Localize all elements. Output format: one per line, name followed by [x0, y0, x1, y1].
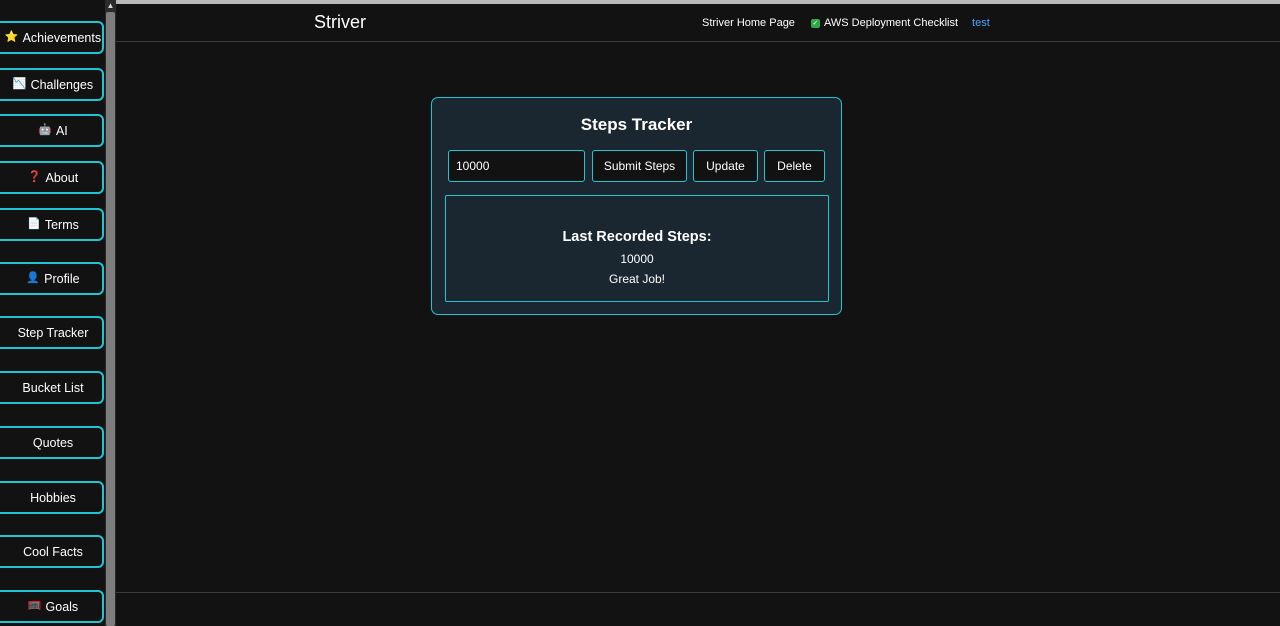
sidebar-item-label: About	[45, 170, 79, 185]
checkbox-icon: ✓	[810, 18, 820, 28]
delete-button[interactable]: Delete	[764, 150, 825, 182]
submit-steps-button[interactable]: Submit Steps	[592, 150, 687, 182]
sidebar-item-label: Quotes	[32, 435, 74, 450]
user-icon: 👤	[26, 272, 41, 284]
sidebar-item-challenges[interactable]: 📉 Challenges	[0, 68, 104, 101]
update-button[interactable]: Update	[693, 150, 758, 182]
sidebar-item-about[interactable]: ❓ About	[0, 161, 104, 194]
sidebar-item-label: Terms	[44, 217, 79, 232]
sidebar-item-label: Hobbies	[30, 490, 76, 505]
card-title: Steps Tracker	[580, 115, 693, 134]
header: Striver Striver Home Page ✓ AWS Deployme…	[116, 4, 1280, 42]
sidebar: ⭐ Achievements 📉 Challenges 🤖 AI ❓ About…	[0, 0, 106, 626]
steps-tracker-card: Steps Tracker Submit Steps Update Delete…	[431, 97, 842, 315]
header-nav: Striver Home Page ✓ AWS Deployment Check…	[702, 17, 990, 29]
sidebar-item-label: Achievements	[22, 30, 102, 45]
steps-input[interactable]	[448, 150, 585, 182]
nav-link-test[interactable]: test	[972, 17, 990, 29]
encouragement-message: Great Job!	[608, 272, 666, 286]
sidebar-item-ai[interactable]: 🤖 AI	[0, 114, 104, 147]
sidebar-item-label: Profile	[44, 271, 80, 286]
scroll-up-arrow-icon[interactable]: ▲	[105, 0, 116, 11]
sidebar-item-label: Cool Facts	[23, 544, 83, 559]
sidebar-scrollbar[interactable]: ▲	[105, 0, 116, 626]
star-icon: ⭐	[4, 31, 19, 43]
sidebar-item-goals[interactable]: 🥅 Goals	[0, 590, 104, 623]
sidebar-item-bucket-list[interactable]: Bucket List	[0, 371, 104, 404]
sidebar-item-quotes[interactable]: Quotes	[0, 426, 104, 459]
question-icon: ❓	[27, 171, 42, 183]
sidebar-item-label: Bucket List	[22, 380, 84, 395]
sidebar-item-step-tracker[interactable]: Step Tracker	[0, 316, 104, 349]
brand-title[interactable]: Striver	[314, 12, 366, 33]
last-recorded-heading: Last Recorded Steps:	[562, 229, 712, 245]
nav-link-aws-checklist[interactable]: AWS Deployment Checklist	[824, 17, 958, 29]
main-content: Striver Striver Home Page ✓ AWS Deployme…	[116, 0, 1280, 626]
last-recorded-value: 10000	[620, 252, 654, 266]
sidebar-item-achievements[interactable]: ⭐ Achievements	[0, 21, 104, 54]
sidebar-item-label: Challenges	[30, 77, 94, 92]
sidebar-item-label: Goals	[45, 599, 79, 614]
last-recorded-box: Last Recorded Steps: 10000 Great Job!	[445, 195, 829, 302]
scroll-thumb[interactable]	[106, 12, 115, 626]
document-icon: 📄	[27, 218, 41, 230]
footer-divider	[116, 592, 1280, 593]
sidebar-item-label: AI	[55, 123, 68, 138]
sidebar-item-cool-facts[interactable]: Cool Facts	[0, 535, 104, 568]
nav-link-home[interactable]: Striver Home Page	[702, 17, 795, 29]
sidebar-item-terms[interactable]: 📄 Terms	[0, 208, 104, 241]
sidebar-item-profile[interactable]: 👤 Profile	[0, 262, 104, 295]
robot-icon: 🤖	[38, 124, 52, 136]
chart-icon: 📉	[12, 78, 27, 90]
sidebar-item-label: Step Tracker	[17, 325, 89, 340]
sidebar-item-hobbies[interactable]: Hobbies	[0, 481, 104, 514]
goal-net-icon: 🥅	[27, 600, 42, 612]
